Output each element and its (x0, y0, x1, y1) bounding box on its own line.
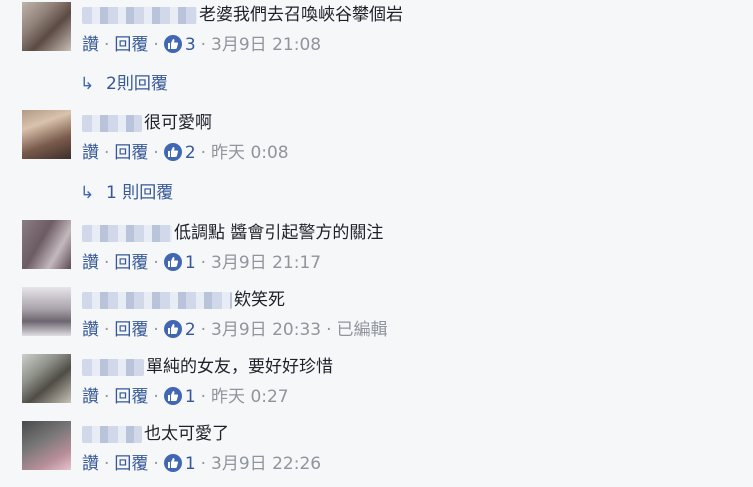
timestamp[interactable]: 3月9日 21:17 (211, 253, 321, 273)
like-count[interactable]: 1 (185, 454, 196, 474)
commenter-name[interactable] (82, 224, 172, 242)
comment-text: 欸笑死 (234, 290, 285, 310)
separator: · (104, 387, 110, 407)
thumbs-up-icon[interactable] (163, 253, 182, 271)
comment-actions: 讚 · 回覆 · 1 · 3月9日 21:17 (82, 252, 321, 274)
like-button[interactable]: 讚 (82, 320, 99, 340)
separator: · (200, 454, 207, 474)
comment-body: 老婆我們去召喚峽谷攀個岩 (82, 4, 403, 26)
view-replies-link[interactable]: ↳ 2則回覆 (80, 73, 168, 95)
like-count[interactable]: 3 (185, 35, 196, 55)
separator: · (153, 454, 159, 474)
thumbs-up-icon[interactable] (163, 387, 182, 405)
separator: · (104, 35, 110, 55)
commenter-name[interactable] (82, 425, 142, 443)
replies-label[interactable]: 2則回覆 (106, 74, 168, 94)
comment-body: 單純的女友，要好好珍惜 (82, 356, 333, 378)
thumbs-up-icon[interactable] (163, 454, 182, 472)
thumbs-up-icon[interactable] (163, 35, 182, 53)
thumbs-up-icon[interactable] (163, 320, 182, 338)
reply-button[interactable]: 回覆 (114, 387, 148, 407)
separator: · (200, 320, 207, 340)
like-count[interactable]: 2 (185, 143, 196, 163)
like-count[interactable]: 2 (185, 320, 196, 340)
timestamp[interactable]: 3月9日 20:33 (211, 320, 321, 340)
avatar[interactable] (22, 110, 71, 159)
comment-body: 也太可愛了 (82, 423, 229, 445)
reply-button[interactable]: 回覆 (114, 320, 148, 340)
comment-text: 老婆我們去召喚峽谷攀個岩 (199, 5, 403, 25)
separator: · (153, 35, 159, 55)
comment-actions: 讚 · 回覆 · 1 · 昨天 0:27 (82, 386, 289, 408)
commenter-name[interactable] (82, 358, 144, 376)
reply-button[interactable]: 回覆 (114, 35, 148, 55)
separator: · (200, 35, 207, 55)
avatar[interactable] (22, 220, 71, 269)
reply-button[interactable]: 回覆 (114, 143, 148, 163)
comment-text: 很可愛啊 (144, 113, 212, 133)
avatar[interactable] (22, 2, 71, 51)
separator: · (104, 253, 110, 273)
comment-text: 低調點 醬會引起警方的關注 (174, 223, 384, 243)
like-count[interactable]: 1 (185, 387, 196, 407)
comment-text: 也太可愛了 (144, 424, 229, 444)
separator: · (153, 387, 159, 407)
comment-body: 很可愛啊 (82, 112, 212, 134)
like-button[interactable]: 讚 (82, 143, 99, 163)
timestamp[interactable]: 昨天 0:08 (211, 143, 289, 163)
reply-arrow-icon: ↳ (80, 74, 95, 94)
separator: · (200, 143, 207, 163)
comment-body: 低調點 醬會引起警方的關注 (82, 222, 383, 244)
comment-text: 單純的女友，要好好珍惜 (146, 357, 333, 377)
reply-button[interactable]: 回覆 (114, 253, 148, 273)
avatar[interactable] (22, 354, 71, 403)
avatar[interactable] (22, 421, 71, 470)
comment-actions: 讚 · 回覆 · 2 · 昨天 0:08 (82, 142, 289, 164)
separator: · (200, 253, 207, 273)
separator: · (104, 320, 110, 340)
commenter-name[interactable] (82, 291, 232, 309)
reply-arrow-icon: ↳ (80, 183, 95, 203)
like-button[interactable]: 讚 (82, 253, 99, 273)
separator: · (326, 320, 332, 340)
thumbs-up-icon[interactable] (163, 143, 182, 161)
separator: · (153, 143, 159, 163)
commenter-name[interactable] (82, 6, 197, 24)
separator: · (104, 143, 110, 163)
timestamp[interactable]: 3月9日 21:08 (211, 35, 321, 55)
commenter-name[interactable] (82, 114, 142, 132)
timestamp[interactable]: 3月9日 22:26 (211, 454, 321, 474)
replies-label[interactable]: 1 則回覆 (106, 183, 173, 203)
comment-actions: 讚 · 回覆 · 1 · 3月9日 22:26 (82, 453, 321, 475)
reply-button[interactable]: 回覆 (114, 454, 148, 474)
separator: · (153, 253, 159, 273)
timestamp[interactable]: 昨天 0:27 (211, 387, 289, 407)
separator: · (200, 387, 207, 407)
comment-actions: 讚 · 回覆 · 3 · 3月9日 21:08 (82, 34, 321, 56)
avatar[interactable] (22, 287, 71, 336)
like-button[interactable]: 讚 (82, 454, 99, 474)
comment-body: 欸笑死 (82, 289, 285, 311)
separator: · (153, 320, 159, 340)
like-count[interactable]: 1 (185, 253, 196, 273)
comment-actions: 讚 · 回覆 · 2 · 3月9日 20:33 · 已編輯 (82, 319, 387, 341)
like-button[interactable]: 讚 (82, 35, 99, 55)
edited-label[interactable]: 已編輯 (336, 320, 387, 340)
view-replies-link[interactable]: ↳ 1 則回覆 (80, 182, 173, 204)
separator: · (104, 454, 110, 474)
like-button[interactable]: 讚 (82, 387, 99, 407)
